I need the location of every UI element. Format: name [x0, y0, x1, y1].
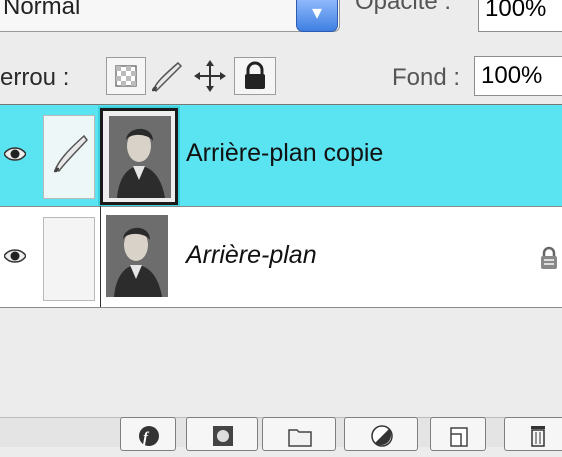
portrait-thumbnail-image: [106, 215, 168, 297]
blend-mode-select[interactable]: Normal: [0, 0, 340, 32]
layer-thumbnail[interactable]: [98, 106, 180, 207]
layer-style-button[interactable]: f: [120, 417, 176, 451]
layers-empty-area: [0, 309, 562, 417]
layer-thumbnail[interactable]: [100, 210, 178, 307]
opacity-field[interactable]: 100%: [478, 0, 562, 32]
adjustment-layer-button[interactable]: [344, 417, 418, 451]
eye-icon: [4, 147, 26, 161]
blend-mode-dropdown-arrow-icon[interactable]: ▾: [296, 0, 338, 32]
transparency-lock-icon: [115, 65, 137, 87]
layer-row[interactable]: Arrière-plan copie: [0, 105, 562, 207]
brush-lock-icon: [152, 61, 183, 93]
padlock-icon: [245, 61, 265, 89]
move-lock-icon: [194, 60, 226, 92]
layer-row[interactable]: Arrière-plan: [0, 206, 562, 308]
visibility-toggle[interactable]: [0, 105, 42, 207]
layer-link-toggle[interactable]: [43, 115, 95, 199]
lock-pixels-button[interactable]: [146, 57, 186, 95]
brush-icon: [54, 134, 88, 173]
layer-name[interactable]: Arrière-plan: [186, 241, 317, 270]
lock-all-button[interactable]: [234, 57, 276, 95]
row-divider: [100, 206, 101, 307]
lock-transparency-button[interactable]: [106, 57, 146, 95]
fill-field[interactable]: 100%: [474, 56, 562, 96]
visibility-toggle[interactable]: [0, 207, 42, 307]
delete-layer-button[interactable]: [504, 417, 562, 451]
new-group-button[interactable]: [262, 417, 336, 451]
lock-label: errou :: [0, 64, 70, 91]
add-mask-button[interactable]: [186, 417, 258, 451]
new-layer-button[interactable]: [430, 417, 486, 451]
lock-position-button[interactable]: [192, 57, 228, 95]
padlock-icon: [541, 246, 557, 269]
layer-name[interactable]: Arrière-plan copie: [186, 139, 383, 168]
opacity-label: Opacité :: [355, 0, 452, 15]
eye-icon: [4, 249, 26, 263]
layer-link-toggle[interactable]: [43, 217, 95, 301]
portrait-thumbnail-image: [109, 116, 171, 198]
fill-label: Fond :: [392, 64, 461, 91]
